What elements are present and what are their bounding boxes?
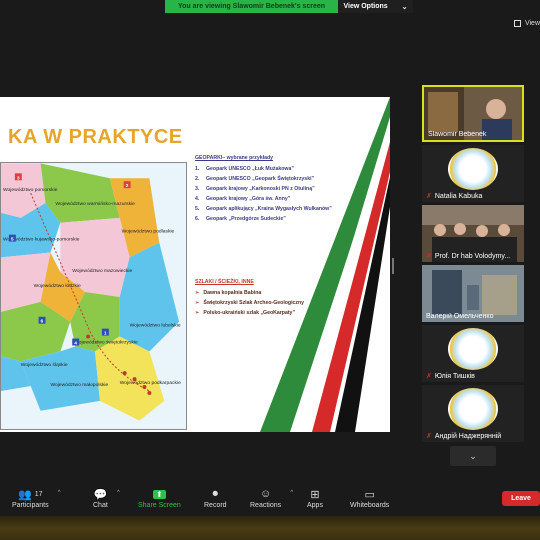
map-label-podkarpackie: Województwo podkarpackie <box>120 380 181 386</box>
video-tile[interactable]: ✗ Андрій Наджерянній <box>422 385 524 442</box>
shared-slide: KA W PRAKTYCE Województwo pomorskie Woje… <box>0 97 390 432</box>
muted-mic-icon: ✗ <box>426 193 432 200</box>
view-button[interactable]: View <box>513 20 540 27</box>
list-item: 5. Geopark aplikujący „Kraina Wygasłych W… <box>195 206 332 212</box>
svg-text:6: 6 <box>41 319 44 325</box>
list-item: 6. Geopark „Przedgórze Sudeckie” <box>195 216 286 222</box>
svg-text:1: 1 <box>104 331 107 337</box>
geoparks-panel: GEOPARKI– wybrane przykłady 1. Geopark UN… <box>195 155 345 226</box>
gallery-scroll-down-button[interactable]: ⌄ <box>450 446 496 466</box>
participant-name: ✗ Prof. Dr hab Volodymy... <box>426 252 511 261</box>
record-button[interactable]: ⏺ Record <box>204 486 227 510</box>
reactions-label: Reactions <box>250 502 282 509</box>
video-tile[interactable]: Валерій Омельченко <box>422 265 524 322</box>
map-label-lubelskie: Województwo lubelskie <box>130 323 181 329</box>
list-item: 2. Geopark UNESCO „Geopark Świętokrzyski” <box>195 176 315 182</box>
participants-icon: 👥 <box>18 488 32 501</box>
participant-name: ✗ Андрій Наджерянній <box>426 432 502 441</box>
whiteboard-icon: ▭ <box>364 488 375 501</box>
map-label-pomorskie: Województwo pomorskie <box>3 187 58 193</box>
chat-icon: 💬 <box>93 488 108 501</box>
muted-mic-icon: ✗ <box>426 373 432 380</box>
reactions-icon: ☺ <box>259 488 272 500</box>
video-tile[interactable]: Slawomir Bebenek <box>422 85 524 142</box>
map-label-warminsko: Województwo warmińsko-mazurskie <box>55 201 135 207</box>
apps-label: Apps <box>307 502 323 509</box>
decorative-stripes <box>260 97 390 432</box>
whiteboards-label: Whiteboards <box>350 502 390 509</box>
caret-up-icon[interactable]: ^ <box>290 490 293 496</box>
list-item: 4. Geopark krajowy „Góra św. Anny” <box>195 196 291 202</box>
meeting-toolbar: 👥 17 Participants ^ 💬 Chat ^ ⬆ Share Scre… <box>0 480 540 516</box>
participants-count: 17 <box>34 490 43 498</box>
map-label-mazowieckie: Województwo mazowieckie <box>72 268 132 274</box>
conference-logo <box>448 328 498 370</box>
caret-up-icon[interactable]: ^ <box>58 490 61 496</box>
banner-message: You are viewing Slawomir Bebenek's scree… <box>165 0 338 13</box>
map-label-podlaskie: Województwo podlaskie <box>122 229 175 235</box>
participant-gallery: Slawomir Bebenek ✗ Natalia Kabuka ✗ Prof. … <box>422 85 524 445</box>
list-item: ➢ Dawna kopalnia Babina <box>195 290 262 296</box>
view-options-button[interactable]: View Options ⌄ <box>338 0 413 13</box>
video-tile[interactable]: ✗ Юлія Тишків <box>422 325 524 382</box>
reactions-button[interactable]: ☺ Reactions ^ <box>250 486 293 509</box>
svg-text:5: 5 <box>11 237 14 243</box>
chevron-down-icon: ⌄ <box>469 450 477 461</box>
participant-name: ✗ Natalia Kabuka <box>426 192 483 201</box>
share-screen-button[interactable]: ⬆ Share Screen <box>138 486 181 509</box>
list-item: ➢ Polsko-ukraiński szlak „GeoKarpaty” <box>195 310 296 316</box>
participants-button[interactable]: 👥 17 Participants ^ <box>12 486 61 510</box>
participant-name: ✗ Юлія Тишків <box>426 372 475 381</box>
map-label-malopolskie: Województwo małopolskie <box>50 382 108 388</box>
view-options-label: View Options <box>343 3 388 10</box>
list-item: 3. Geopark krajowy „Karkonoski PN z Otuli… <box>195 186 315 192</box>
panel-resize-handle[interactable] <box>392 258 394 274</box>
map-label-slaskie: Województwo śląskie <box>21 362 68 368</box>
apps-icon: ⊞ <box>310 488 320 501</box>
whiteboards-button[interactable]: ▭ Whiteboards <box>350 486 390 510</box>
list-item: ➢ Świętokrzyski Szlak Archeo-Geologiczny <box>195 300 305 306</box>
video-tile[interactable]: ✗ Prof. Dr hab Volodymy... <box>422 205 524 262</box>
share-screen-label: Share Screen <box>138 502 181 509</box>
muted-mic-icon: ✗ <box>426 253 432 260</box>
trails-heading: SZLAKI / ŚCIEŻKI, INNE <box>195 279 254 285</box>
participants-label: Participants <box>12 502 49 509</box>
apps-button[interactable]: ⊞ Apps <box>307 486 323 510</box>
muted-mic-icon: ✗ <box>426 433 432 440</box>
record-icon: ⏺ <box>212 487 219 500</box>
conference-logo <box>448 148 498 190</box>
svg-text:3: 3 <box>17 175 20 181</box>
record-label: Record <box>204 502 227 509</box>
desktop-strip <box>0 516 540 540</box>
conference-logo <box>448 388 498 430</box>
map-label-lodzkie: Województwo łódzkie <box>34 283 81 289</box>
list-item: 1. Geopark UNESCO „Łuk Mużakowa” <box>195 166 294 172</box>
slide-title: KA W PRAKTYCE <box>8 126 183 148</box>
participant-name: Slawomir Bebenek <box>428 131 487 138</box>
map-label-swietokrzyskie: Województwo świętokrzyskie <box>74 339 138 345</box>
geoparks-heading: GEOPARKI– wybrane przykłady <box>195 155 274 161</box>
share-screen-icon: ⬆ <box>153 489 166 499</box>
caret-up-icon[interactable]: ^ <box>117 490 120 496</box>
chat-label: Chat <box>93 502 108 509</box>
grid-icon <box>513 20 521 27</box>
trails-panel: SZLAKI / ŚCIEŻKI, INNE ➢ Dawna kopalnia B… <box>195 279 345 320</box>
svg-text:2: 2 <box>126 183 129 189</box>
leave-button[interactable]: Leave <box>502 491 540 506</box>
chat-button[interactable]: 💬 Chat ^ <box>93 486 120 510</box>
video-tile[interactable]: ✗ Natalia Kabuka <box>422 145 524 202</box>
view-label: View <box>524 20 540 27</box>
participant-name: Валерій Омельченко <box>426 313 494 320</box>
svg-text:4: 4 <box>74 340 77 346</box>
chevron-down-icon: ⌄ <box>401 3 408 11</box>
screen-share-banner: You are viewing Slawomir Bebenek's scree… <box>165 0 413 13</box>
poland-map: Województwo pomorskie Województwo warmiń… <box>0 162 187 430</box>
